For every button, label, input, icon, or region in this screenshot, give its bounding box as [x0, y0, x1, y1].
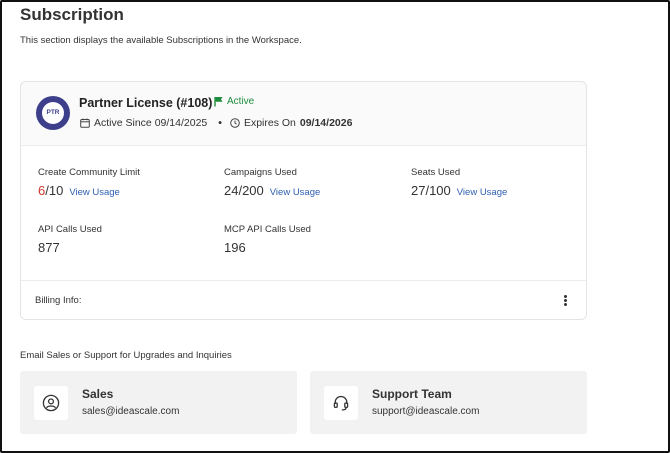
view-usage-seats-link[interactable]: View Usage: [457, 187, 508, 198]
support-email-link[interactable]: support@ideascale.com: [372, 406, 479, 417]
metric-mcp-api-calls: MCP API Calls Used 196: [224, 224, 311, 255]
billing-info-label: Billing Info:: [35, 295, 82, 306]
metric-label: API Calls Used: [38, 224, 102, 235]
kebab-menu-icon[interactable]: [562, 295, 568, 307]
page-description: This section displays the available Subs…: [20, 35, 302, 46]
billing-info-row: Billing Info:: [21, 280, 586, 320]
clock-icon: [230, 118, 244, 128]
metric-api-calls: API Calls Used 877: [38, 224, 102, 255]
mcp-api-calls-value: 196: [224, 240, 246, 255]
status-text: Active: [227, 96, 255, 107]
metric-label: MCP API Calls Used: [224, 224, 311, 235]
headset-icon: [324, 386, 358, 420]
calendar-icon: [80, 118, 94, 128]
community-used-value: 6: [38, 183, 46, 198]
metric-label: Seats Used: [411, 167, 461, 178]
subscription-card-header: PTR Partner License (#108) Active Active…: [21, 82, 586, 146]
api-calls-value: 877: [38, 240, 60, 255]
support-contact-card: Support Team support@ideascale.com: [310, 371, 587, 434]
user-circle-icon: [34, 386, 68, 420]
view-usage-community-link[interactable]: View Usage: [69, 187, 120, 198]
sales-contact-card: Sales sales@ideascale.com: [20, 371, 297, 434]
sales-email-link[interactable]: sales@ideascale.com: [82, 406, 179, 417]
metric-label: Campaigns Used: [224, 167, 297, 178]
sales-title: Sales: [82, 387, 114, 401]
flag-icon: [214, 96, 224, 107]
metric-label: Create Community Limit: [38, 167, 140, 178]
subscription-card: PTR Partner License (#108) Active Active…: [20, 81, 587, 320]
separator-dot: •: [218, 117, 222, 129]
license-name: Partner License (#108): [79, 96, 213, 110]
view-usage-campaigns-link[interactable]: View Usage: [270, 187, 321, 198]
contact-heading: Email Sales or Support for Upgrades and …: [20, 350, 232, 361]
metric-campaigns: Campaigns Used 24/200 View Usage: [224, 167, 320, 198]
page-title: Subscription: [20, 5, 124, 24]
expires-label: Expires On: [243, 117, 296, 129]
metric-community-limit: Create Community Limit 6 /10 View Usage: [38, 167, 140, 198]
expires-date: 09/14/2026: [299, 117, 353, 129]
community-total-value: /10: [45, 183, 64, 198]
license-dates: Active Since 09/14/2025 • Expires On 09/…: [80, 117, 352, 129]
license-logo-text: PTR: [46, 109, 60, 116]
campaigns-value: 24/200: [224, 183, 264, 198]
seats-value: 27/100: [411, 183, 451, 198]
metric-seats: Seats Used 27/100 View Usage: [411, 167, 507, 198]
status-badge: Active: [214, 96, 254, 107]
support-title: Support Team: [372, 387, 452, 401]
license-logo: PTR: [36, 96, 70, 130]
active-since: Active Since 09/14/2025: [94, 117, 208, 129]
